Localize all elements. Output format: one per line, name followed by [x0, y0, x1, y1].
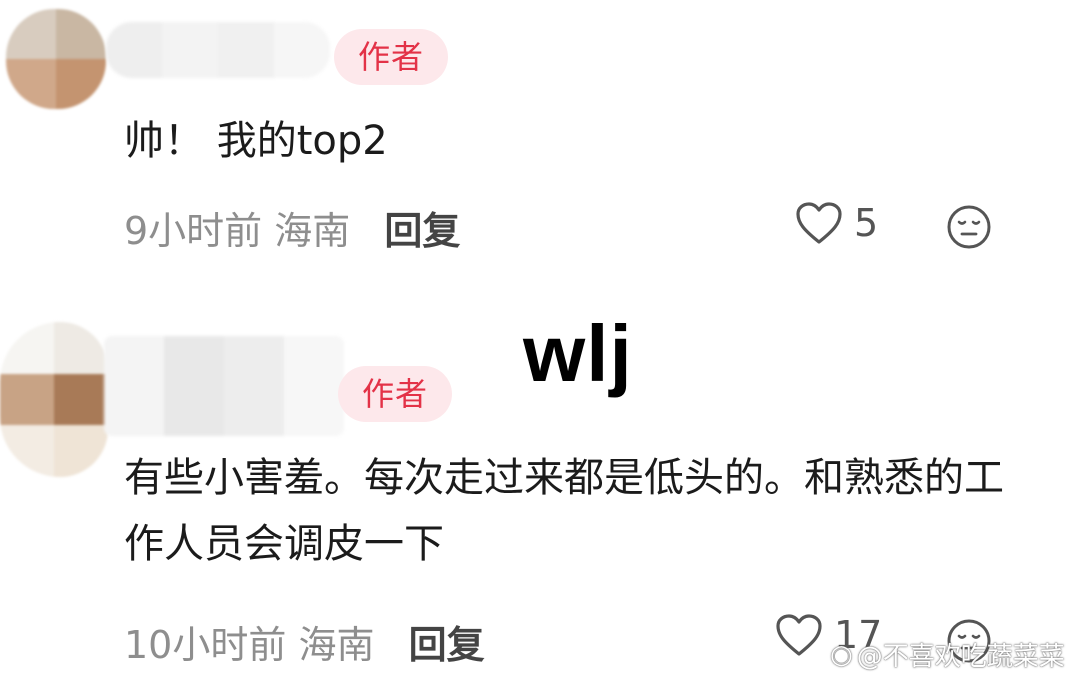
comment-time: 10小时前 [124, 623, 287, 667]
username-blurred[interactable] [106, 22, 330, 78]
comment-meta: 10小时前 海南 回复 [124, 614, 485, 669]
watermark-text: @不喜欢吃蔬菜菜 [856, 642, 1065, 672]
username-blurred[interactable] [104, 336, 344, 436]
overlay-caption: wlj [523, 309, 633, 398]
heart-icon [776, 614, 822, 656]
avatar[interactable] [0, 322, 108, 477]
neutral-face-icon [947, 205, 991, 249]
like-count: 5 [854, 201, 879, 245]
heart-icon [796, 202, 842, 244]
reply-button[interactable]: 回复 [409, 623, 485, 667]
author-badge: 作者 [338, 366, 452, 422]
comment-location: 海南 [274, 209, 351, 253]
comment-location: 海南 [298, 623, 375, 667]
comment-text: 帅！ 我的top2 [124, 118, 388, 164]
reply-button[interactable]: 回复 [384, 209, 460, 253]
avatar[interactable] [6, 9, 106, 109]
like-button[interactable]: 5 [794, 200, 878, 246]
weibo-logo-icon: ◉ [830, 639, 853, 670]
watermark: ◉ @不喜欢吃蔬菜菜 [830, 636, 1065, 673]
comment-text: 有些小害羞。每次走过来都是低头的。和熟悉的工作人员会调皮一下 [124, 455, 1004, 567]
author-badge: 作者 [334, 29, 448, 85]
comment-meta: 9小时前 海南 回复 [124, 200, 460, 255]
dislike-button[interactable] [945, 203, 993, 255]
comment-time: 9小时前 [124, 209, 263, 253]
